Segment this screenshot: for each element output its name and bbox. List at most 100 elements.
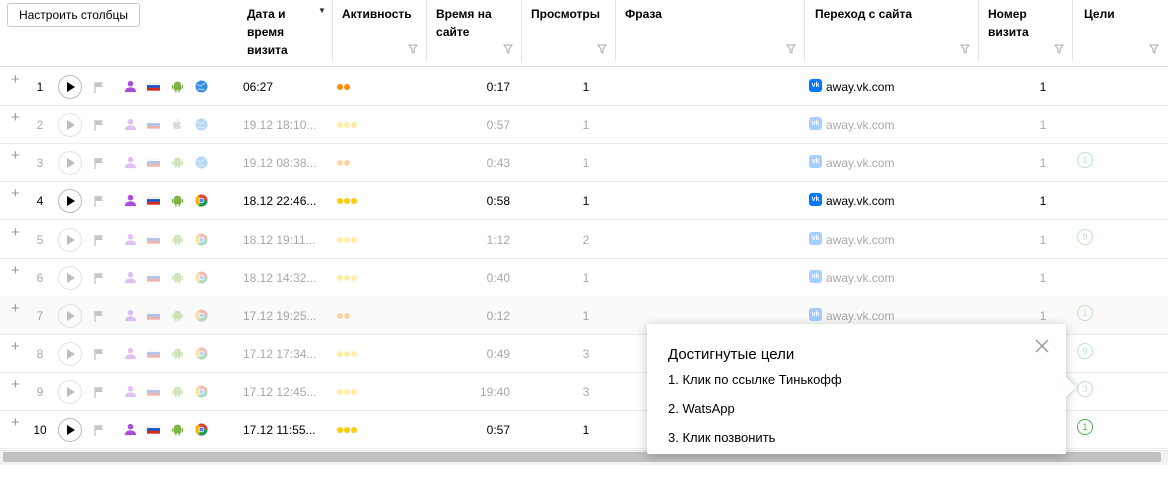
chrome-icon xyxy=(195,233,208,246)
play-visit-button[interactable] xyxy=(58,113,82,137)
android-icon xyxy=(171,272,184,284)
play-visit-button[interactable] xyxy=(58,228,82,252)
time-on-site: 19:40 xyxy=(479,385,510,399)
chrome-icon xyxy=(195,309,208,322)
goals-count-badge[interactable]: 3 xyxy=(1077,381,1093,397)
row-number: 1 xyxy=(36,80,44,94)
time-on-site: 0:57 xyxy=(486,423,510,437)
filter-icon[interactable] xyxy=(786,44,796,54)
filter-icon[interactable] xyxy=(503,44,513,54)
play-visit-button[interactable] xyxy=(58,266,82,290)
goals-count-badge[interactable]: 1 xyxy=(1077,305,1093,321)
table-row[interactable]: +3 19.12 08:38... 0:43 1 vk away.vk.com 1 1 xyxy=(0,143,1168,182)
user-icon xyxy=(124,194,137,207)
flag-icon[interactable] xyxy=(94,157,104,169)
row-number: 8 xyxy=(36,347,44,361)
activity-dot xyxy=(351,237,357,243)
row-number: 6 xyxy=(36,271,44,285)
activity-dot xyxy=(337,84,343,90)
play-visit-button[interactable] xyxy=(58,304,82,328)
expand-row-icon[interactable]: + xyxy=(11,71,20,88)
flag-icon[interactable] xyxy=(94,234,104,246)
expand-row-icon[interactable]: + xyxy=(11,414,20,431)
goals-count-badge[interactable]: 1 xyxy=(1077,152,1093,168)
column-divider xyxy=(1072,0,1073,62)
android-icon xyxy=(171,81,184,93)
expand-row-icon[interactable]: + xyxy=(11,185,20,202)
activity-dot xyxy=(344,427,350,433)
views-count: 1 xyxy=(582,309,590,323)
expand-row-icon[interactable]: + xyxy=(11,224,20,241)
russia-flag-icon xyxy=(147,425,160,434)
flag-icon[interactable] xyxy=(94,424,104,436)
referrer-link[interactable]: away.vk.com xyxy=(826,118,894,132)
column-header-views[interactable]: Просмотры xyxy=(531,5,600,23)
globe-icon xyxy=(195,80,208,93)
user-icon xyxy=(124,309,137,322)
goals-count-badge[interactable]: 1 xyxy=(1077,419,1093,435)
row-number: 9 xyxy=(36,385,44,399)
goals-count-badge[interactable]: 9 xyxy=(1077,229,1093,245)
referrer-link[interactable]: away.vk.com xyxy=(826,309,894,323)
play-visit-button[interactable] xyxy=(58,75,82,99)
filter-icon[interactable] xyxy=(408,44,418,54)
column-header-activity[interactable]: Активность xyxy=(342,5,412,23)
table-row[interactable]: +6 18.12 14:32... 0:40 1 vk away.vk.com 1 xyxy=(0,258,1168,297)
column-header-time-on-site[interactable]: Время на сайте xyxy=(436,5,492,41)
goals-count-badge[interactable]: 9 xyxy=(1077,343,1093,359)
play-visit-button[interactable] xyxy=(58,342,82,366)
goals-popup: Достигнутые цели 1. Клик по ссылке Тиньк… xyxy=(647,324,1076,454)
column-header-phrase[interactable]: Фраза xyxy=(625,5,662,23)
expand-row-icon[interactable]: + xyxy=(11,262,20,279)
expand-row-icon[interactable]: + xyxy=(11,300,20,317)
chrome-icon xyxy=(195,423,208,436)
filter-icon[interactable] xyxy=(960,44,970,54)
flag-icon[interactable] xyxy=(94,348,104,360)
referrer-link[interactable]: away.vk.com xyxy=(826,271,894,285)
referrer-link[interactable]: away.vk.com xyxy=(826,156,894,170)
column-header-goals[interactable]: Цели xyxy=(1084,5,1115,23)
column-header-referrer[interactable]: Переход с сайта xyxy=(815,5,912,23)
flag-icon[interactable] xyxy=(94,119,104,131)
play-visit-button[interactable] xyxy=(58,380,82,404)
table-row[interactable]: +5 18.12 19:11... 1:12 2 vk away.vk.com 1 9 xyxy=(0,220,1168,259)
table-header: Дата и время визита ▼ Активность Время н… xyxy=(0,0,1168,67)
play-visit-button[interactable] xyxy=(58,151,82,175)
expand-row-icon[interactable]: + xyxy=(11,338,20,355)
play-visit-button[interactable] xyxy=(58,189,82,213)
expand-row-icon[interactable]: + xyxy=(11,376,20,393)
column-header-visit-number[interactable]: Номер визита xyxy=(988,5,1029,41)
flag-icon[interactable] xyxy=(94,195,104,207)
flag-icon[interactable] xyxy=(94,272,104,284)
time-on-site: 1:12 xyxy=(486,233,510,247)
flag-icon[interactable] xyxy=(94,81,104,93)
sort-desc-icon[interactable]: ▼ xyxy=(318,6,326,15)
activity-dot xyxy=(337,351,343,357)
time-on-site: 0:57 xyxy=(486,118,510,132)
table-row[interactable]: +2 19.12 18:10... 0:57 1 vk away.vk.com 1 xyxy=(0,105,1168,144)
close-icon[interactable] xyxy=(1034,338,1050,354)
column-divider xyxy=(521,0,522,62)
filter-icon[interactable] xyxy=(1054,44,1064,54)
visit-date: 17.12 12:45... xyxy=(243,385,317,399)
activity-dot xyxy=(344,313,350,319)
activity-dot xyxy=(351,351,357,357)
views-count: 1 xyxy=(582,118,590,132)
referrer-link[interactable]: away.vk.com xyxy=(826,80,894,94)
flag-icon[interactable] xyxy=(94,386,104,398)
activity-dot xyxy=(344,275,350,281)
column-header-date[interactable]: Дата и время визита xyxy=(247,5,288,59)
russia-flag-icon xyxy=(147,349,160,358)
expand-row-icon[interactable]: + xyxy=(11,109,20,126)
filter-icon[interactable] xyxy=(1149,44,1159,54)
visit-date: 18.12 14:32... xyxy=(243,271,317,285)
filter-icon[interactable] xyxy=(597,44,607,54)
referrer-link[interactable]: away.vk.com xyxy=(826,233,894,247)
table-row[interactable]: +4 18.12 22:46... 0:58 1 vk away.vk.com 1 xyxy=(0,181,1168,220)
play-visit-button[interactable] xyxy=(58,418,82,442)
table-row[interactable]: +1 06:27 0:17 1 vk away.vk.com 1 xyxy=(0,67,1168,106)
expand-row-icon[interactable]: + xyxy=(11,147,20,164)
flag-icon[interactable] xyxy=(94,310,104,322)
referrer-link[interactable]: away.vk.com xyxy=(826,194,894,208)
russia-flag-icon xyxy=(147,82,160,91)
